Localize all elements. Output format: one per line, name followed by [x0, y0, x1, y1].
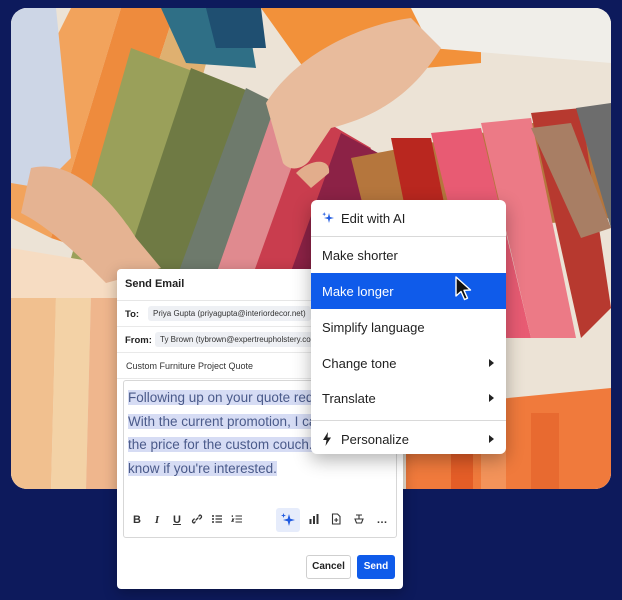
menu-header-label: Edit with AI [341, 211, 406, 226]
ai-edit-menu: Edit with AI Make shorter Make longer Si… [311, 200, 506, 454]
lightning-icon [323, 432, 331, 446]
to-label: To: [125, 309, 140, 320]
chevron-right-icon [489, 394, 494, 402]
bulleted-list-icon[interactable] [210, 513, 224, 527]
menu-item-translate[interactable]: Translate [311, 380, 506, 416]
chevron-right-icon [489, 359, 494, 367]
menu-item-label: Make longer [322, 284, 394, 299]
template-icon[interactable] [352, 513, 366, 527]
ai-assist-button[interactable] [276, 508, 300, 532]
body-line-4: know if you're interested. [128, 460, 277, 476]
menu-item-label: Make shorter [322, 248, 398, 263]
menu-item-simplify-language[interactable]: Simplify language [311, 309, 506, 345]
menu-item-label: Change tone [322, 356, 397, 371]
menu-item-make-longer[interactable]: Make longer [311, 273, 506, 309]
menu-item-change-tone[interactable]: Change tone [311, 345, 506, 381]
link-icon[interactable] [190, 513, 204, 527]
numbered-list-icon[interactable] [230, 513, 244, 527]
menu-item-personalize[interactable]: Personalize [311, 421, 506, 454]
send-button[interactable]: Send [357, 555, 395, 579]
italic-icon[interactable]: I [150, 513, 164, 527]
menu-item-label: Personalize [341, 432, 409, 447]
menu-item-label: Simplify language [322, 320, 425, 335]
sparkle-icon [281, 513, 295, 526]
from-label: From: [125, 335, 152, 346]
chart-icon[interactable] [307, 513, 321, 527]
insert-file-icon[interactable] [329, 513, 343, 527]
bold-icon[interactable]: B [130, 513, 144, 527]
mouse-cursor-icon [455, 276, 472, 301]
format-toolbar: B I U … [124, 503, 396, 537]
sparkle-icon [322, 212, 334, 223]
menu-item-label: Translate [322, 391, 376, 406]
chevron-right-icon [489, 435, 494, 443]
underline-icon[interactable]: U [170, 513, 184, 527]
menu-item-make-shorter[interactable]: Make shorter [311, 237, 506, 273]
more-options-icon[interactable]: … [375, 513, 389, 527]
to-recipient-chip[interactable]: Priya Gupta (priyagupta@interiordecor.ne… [148, 306, 311, 321]
cancel-button[interactable]: Cancel [306, 555, 351, 579]
menu-header-edit-with-ai: Edit with AI [311, 200, 506, 236]
